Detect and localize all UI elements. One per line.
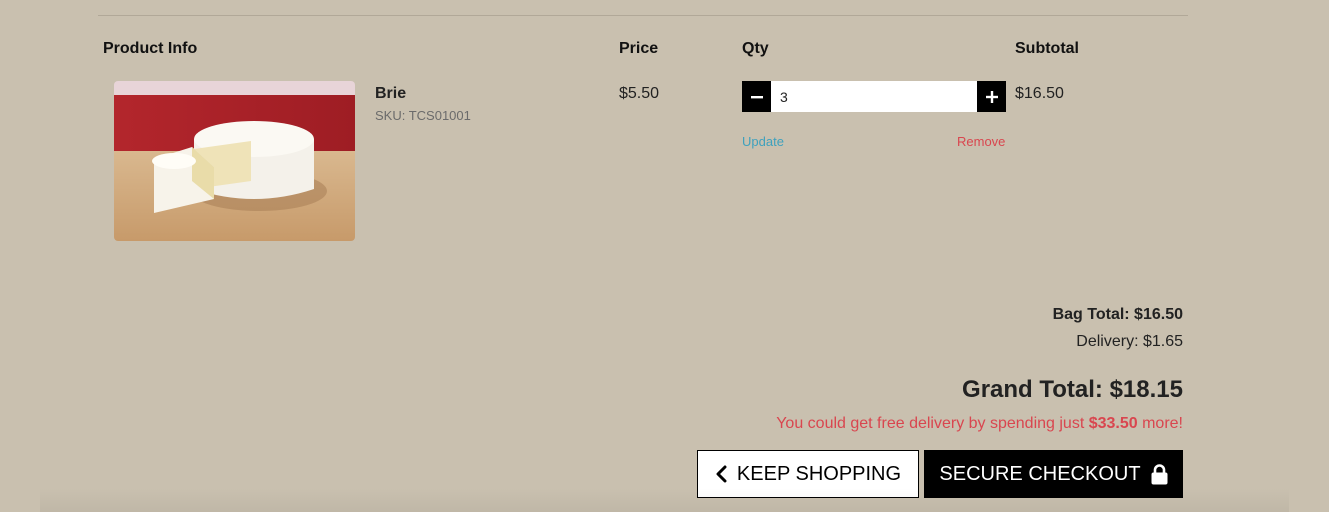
product-name[interactable]: Brie (375, 85, 406, 103)
header-price: Price (619, 40, 659, 57)
free-delivery-suffix: more! (1137, 415, 1183, 432)
free-delivery-prefix: You could get free delivery by spending … (776, 415, 1089, 432)
quantity-stepper (742, 81, 1006, 112)
lock-icon (1151, 463, 1168, 485)
brie-cheese-icon (114, 81, 355, 241)
quantity-input[interactable] (771, 81, 977, 112)
header-qty: Qty (742, 40, 769, 57)
keep-shopping-button[interactable]: KEEP SHOPPING (697, 450, 919, 498)
line-subtotal: $16.50 (1015, 85, 1064, 102)
delivery-cost: Delivery: $1.65 (1076, 333, 1183, 350)
header-product-info: Product Info (103, 40, 198, 57)
chevron-left-icon (715, 465, 727, 483)
secure-checkout-label: SECURE CHECKOUT (939, 462, 1141, 485)
plus-icon (985, 90, 998, 103)
update-link[interactable]: Update (742, 134, 784, 149)
free-delivery-message: You could get free delivery by spending … (776, 415, 1183, 433)
product-sku: SKU: TCS01001 (375, 108, 471, 123)
increase-qty-button[interactable] (977, 81, 1006, 112)
keep-shopping-label: KEEP SHOPPING (736, 462, 902, 485)
grand-total: Grand Total: $18.15 (962, 376, 1183, 403)
bag-total: Bag Total: $16.50 (1052, 306, 1183, 323)
minus-icon (750, 95, 763, 98)
remove-link[interactable]: Remove (957, 134, 1005, 149)
decrease-qty-button[interactable] (742, 81, 771, 112)
unit-price: $5.50 (619, 85, 660, 102)
secure-checkout-button[interactable]: SECURE CHECKOUT (924, 450, 1183, 498)
free-delivery-amount: $33.50 (1088, 415, 1138, 432)
top-divider (98, 15, 1188, 16)
product-image[interactable] (114, 81, 355, 241)
header-subtotal: Subtotal (1015, 40, 1079, 57)
